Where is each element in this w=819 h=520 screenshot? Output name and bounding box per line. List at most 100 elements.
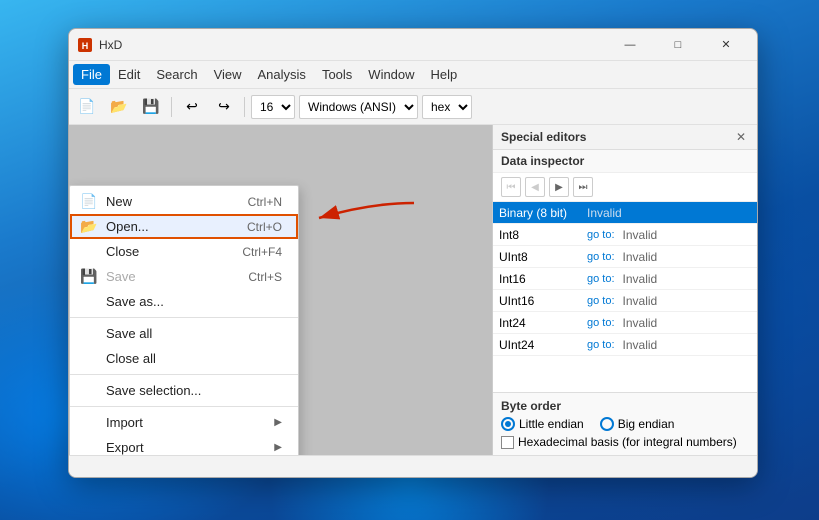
little-endian-text: Little endian bbox=[519, 417, 584, 431]
app-icon: H bbox=[77, 37, 93, 53]
hex-checkbox-label: Hexadecimal basis (for integral numbers) bbox=[518, 435, 737, 449]
data-type-label: UInt24 bbox=[493, 338, 583, 352]
export-label: Export bbox=[106, 440, 144, 455]
table-row[interactable]: Int8 go to: Invalid bbox=[493, 224, 757, 246]
save-all-icon bbox=[80, 325, 98, 343]
save-as-label: Save as... bbox=[106, 294, 164, 309]
save-as-icon bbox=[80, 293, 98, 311]
file-menu-save-all[interactable]: Save all bbox=[70, 321, 298, 346]
toolbar-sep-1 bbox=[171, 97, 172, 117]
special-editors-close-btn[interactable]: ✕ bbox=[733, 129, 749, 145]
hex-checkbox-box[interactable] bbox=[501, 436, 514, 449]
close-all-icon bbox=[80, 350, 98, 368]
save-all-label: Save all bbox=[106, 326, 152, 341]
menu-search[interactable]: Search bbox=[148, 64, 205, 85]
minimize-button[interactable]: — bbox=[607, 31, 653, 59]
open-label: Open... bbox=[106, 219, 149, 234]
menu-window[interactable]: Window bbox=[360, 64, 422, 85]
close-button[interactable]: ✕ bbox=[703, 31, 749, 59]
toolbar-new-btn[interactable]: 📄 bbox=[73, 94, 101, 120]
table-row[interactable]: Int24 go to: Invalid bbox=[493, 312, 757, 334]
data-inspector-nav: ⏮ ◀ ▶ ⏭ bbox=[493, 173, 757, 202]
table-row[interactable]: Int16 go to: Invalid bbox=[493, 268, 757, 290]
menu-view[interactable]: View bbox=[206, 64, 250, 85]
special-editors-header: Special editors ✕ bbox=[493, 125, 757, 150]
file-menu-import[interactable]: Import ▶ bbox=[70, 410, 298, 435]
big-endian-radio[interactable] bbox=[600, 417, 614, 431]
data-type-label: UInt16 bbox=[493, 294, 583, 308]
table-row[interactable]: UInt24 go to: Invalid bbox=[493, 334, 757, 356]
menu-tools[interactable]: Tools bbox=[314, 64, 360, 85]
status-bar bbox=[69, 455, 757, 477]
goto-link[interactable]: go to: bbox=[583, 295, 619, 307]
goto-link[interactable]: go to: bbox=[583, 251, 619, 263]
data-value-label: Invalid bbox=[583, 206, 757, 220]
encoding-select[interactable]: Windows (ANSI) bbox=[299, 95, 418, 119]
nav-prev-btn[interactable]: ◀ bbox=[525, 177, 545, 197]
goto-link[interactable]: go to: bbox=[583, 339, 619, 351]
big-endian-label[interactable]: Big endian bbox=[600, 417, 675, 431]
nav-first-btn[interactable]: ⏮ bbox=[501, 177, 521, 197]
data-inspector-table: Binary (8 bit) Invalid Int8 go to: Inval… bbox=[493, 202, 757, 392]
nav-last-btn[interactable]: ⏭ bbox=[573, 177, 593, 197]
table-row[interactable]: UInt16 go to: Invalid bbox=[493, 290, 757, 312]
goto-link[interactable]: go to: bbox=[583, 317, 619, 329]
import-icon bbox=[80, 414, 98, 432]
file-menu-export[interactable]: Export ▶ bbox=[70, 435, 298, 455]
little-endian-radio[interactable] bbox=[501, 417, 515, 431]
nav-next-btn[interactable]: ▶ bbox=[549, 177, 569, 197]
save-shortcut: Ctrl+S bbox=[248, 270, 282, 284]
mode-select[interactable]: hex bbox=[422, 95, 472, 119]
open-shortcut: Ctrl+O bbox=[247, 220, 282, 234]
export-icon bbox=[80, 439, 98, 456]
toolbar-undo-btn[interactable]: ↩ bbox=[178, 94, 206, 120]
hex-checkbox-container[interactable]: Hexadecimal basis (for integral numbers) bbox=[501, 435, 749, 449]
separator-2 bbox=[70, 374, 298, 375]
file-menu-open[interactable]: 📂 Open... Ctrl+O bbox=[70, 214, 298, 239]
data-type-label: Int24 bbox=[493, 316, 583, 330]
menu-analysis[interactable]: Analysis bbox=[250, 64, 314, 85]
little-endian-label[interactable]: Little endian bbox=[501, 417, 584, 431]
columns-select[interactable]: 16 bbox=[251, 95, 295, 119]
hex-editor-area: 📄 New Ctrl+N 📂 Open... Ctrl+O Close Ctrl… bbox=[69, 125, 492, 455]
byte-order-title: Byte order bbox=[501, 399, 749, 413]
separator-1 bbox=[70, 317, 298, 318]
file-menu-close[interactable]: Close Ctrl+F4 bbox=[70, 239, 298, 264]
goto-link[interactable]: go to: bbox=[583, 229, 619, 241]
menu-help[interactable]: Help bbox=[423, 64, 466, 85]
toolbar-redo-btn[interactable]: ↪ bbox=[210, 94, 238, 120]
special-editors-footer: Byte order Little endian Big endian Hexa… bbox=[493, 392, 757, 455]
content-area: 📄 New Ctrl+N 📂 Open... Ctrl+O Close Ctrl… bbox=[69, 125, 757, 455]
toolbar-sep-2 bbox=[244, 97, 245, 117]
data-value-label: Invalid bbox=[619, 250, 757, 264]
open-icon: 📂 bbox=[80, 218, 98, 236]
import-arrow-icon: ▶ bbox=[274, 417, 282, 428]
menu-edit[interactable]: Edit bbox=[110, 64, 148, 85]
export-arrow-icon: ▶ bbox=[274, 442, 282, 453]
close-icon bbox=[80, 243, 98, 261]
file-menu-new[interactable]: 📄 New Ctrl+N bbox=[70, 189, 298, 214]
data-type-label: Int8 bbox=[493, 228, 583, 242]
file-menu-save[interactable]: 💾 Save Ctrl+S bbox=[70, 264, 298, 289]
svg-text:H: H bbox=[82, 41, 89, 51]
file-menu-save-selection[interactable]: Save selection... bbox=[70, 378, 298, 403]
goto-link[interactable]: go to: bbox=[583, 273, 619, 285]
menu-file[interactable]: File bbox=[73, 64, 110, 85]
data-value-label: Invalid bbox=[619, 272, 757, 286]
file-menu-save-as[interactable]: Save as... bbox=[70, 289, 298, 314]
maximize-button[interactable]: □ bbox=[655, 31, 701, 59]
save-selection-icon bbox=[80, 382, 98, 400]
data-type-label: UInt8 bbox=[493, 250, 583, 264]
data-value-label: Invalid bbox=[619, 338, 757, 352]
window-controls: — □ ✕ bbox=[607, 31, 749, 59]
window-title: HxD bbox=[99, 38, 607, 52]
save-selection-label: Save selection... bbox=[106, 383, 201, 398]
table-row[interactable]: Binary (8 bit) Invalid bbox=[493, 202, 757, 224]
file-menu-close-all[interactable]: Close all bbox=[70, 346, 298, 371]
close-all-label: Close all bbox=[106, 351, 156, 366]
toolbar-open-btn[interactable]: 📂 bbox=[105, 94, 133, 120]
save-label: Save bbox=[106, 269, 136, 284]
toolbar-save-btn[interactable]: 💾 bbox=[137, 94, 165, 120]
table-row[interactable]: UInt8 go to: Invalid bbox=[493, 246, 757, 268]
byte-order-group: Little endian Big endian bbox=[501, 417, 749, 431]
